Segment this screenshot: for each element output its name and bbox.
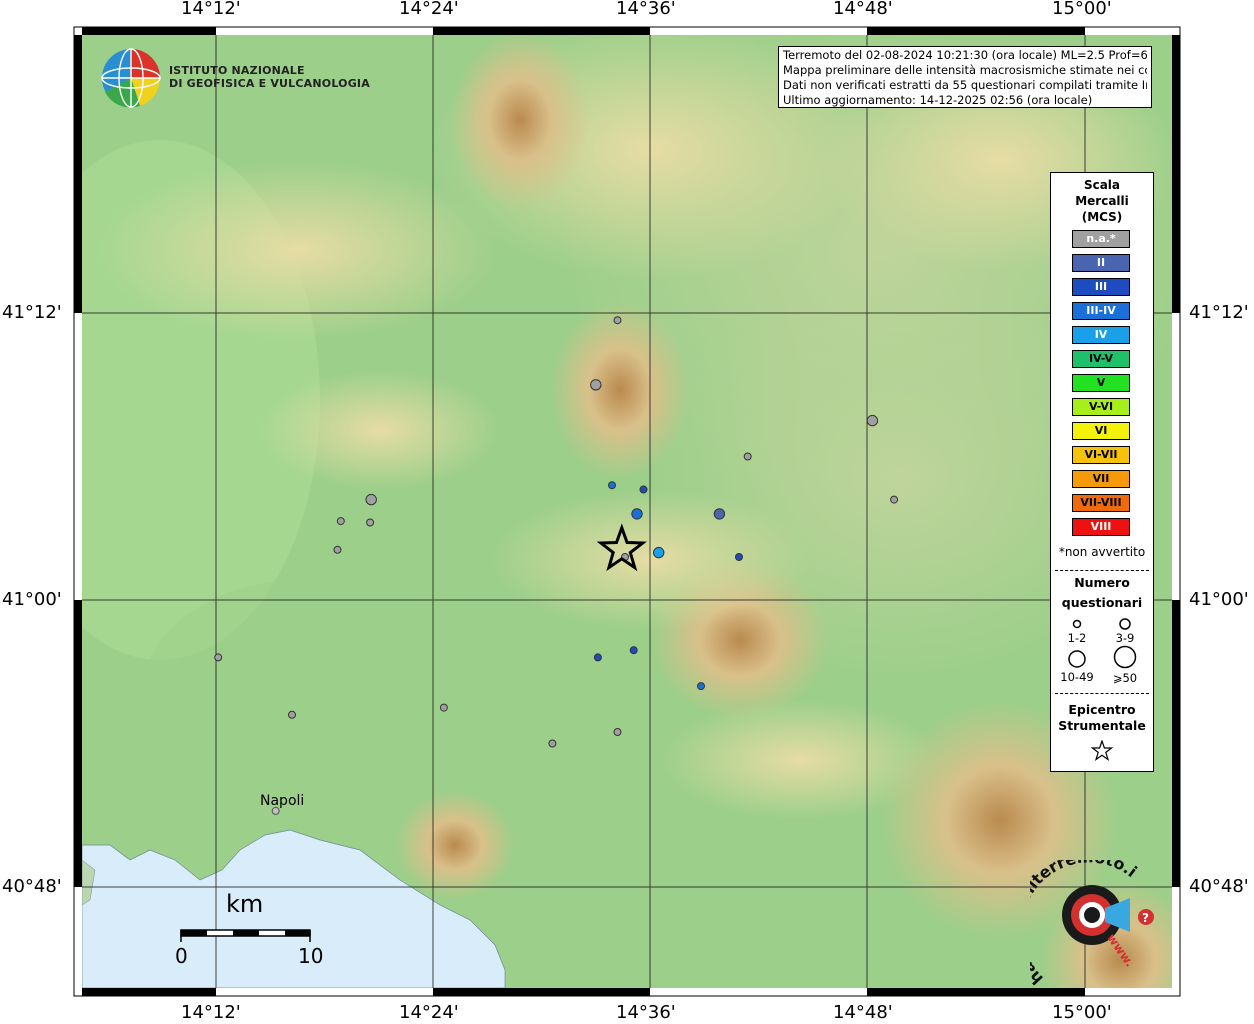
legend-swatch-vvi: V-VI bbox=[1072, 398, 1130, 416]
legend-swatch-vii: VII bbox=[1072, 470, 1130, 488]
ingv-name-line2: DI GEOFISICA E VULCANOLOGIA bbox=[169, 77, 370, 90]
legend-swatch-ii: II bbox=[1072, 254, 1130, 272]
legend-star-icon bbox=[1091, 740, 1113, 762]
intensity-point[interactable] bbox=[629, 646, 638, 655]
intensity-point[interactable] bbox=[743, 452, 752, 461]
legend-swatch-viii: VIII bbox=[1072, 518, 1130, 536]
scale-end: 10 bbox=[298, 944, 324, 968]
legend-swatch-vivii: VI-VII bbox=[1072, 446, 1130, 464]
size-label-4: ⩾50 bbox=[1112, 671, 1138, 685]
scale-unit: km bbox=[226, 890, 264, 918]
event-info-line4: Ultimo aggiornamento: 14-12-2025 02:56 (… bbox=[783, 93, 1093, 107]
epicenter-title: Epicentro Strumentale bbox=[1051, 702, 1153, 734]
scale-start: 0 bbox=[175, 944, 188, 968]
lon-label-top-2: 14°24' bbox=[399, 0, 459, 19]
size-label-1: 1-2 bbox=[1067, 631, 1087, 645]
lon-label-bottom-3: 14°36' bbox=[616, 1002, 676, 1023]
legend-panel: Scala Mercalli (MCS) n.a.* II III III-IV IV I… bbox=[1050, 172, 1154, 772]
intensity-point[interactable] bbox=[288, 710, 296, 719]
intensity-point[interactable] bbox=[697, 682, 705, 691]
event-info-line1: Terremoto del 02-08-2024 10:21:30 (ora l… bbox=[783, 48, 1147, 62]
not-felt-note: *non avvertito bbox=[1058, 545, 1146, 559]
legend-title-line1: Scala bbox=[1083, 178, 1121, 192]
intensity-point[interactable] bbox=[336, 517, 345, 526]
intensity-point[interactable] bbox=[439, 703, 448, 712]
lon-label-top-1: 14°12' bbox=[181, 0, 241, 19]
intensity-point[interactable] bbox=[613, 728, 622, 736]
ingv-logo-icon bbox=[101, 48, 161, 108]
intensity-point[interactable] bbox=[631, 508, 643, 520]
lon-label-bottom-1: 14°12' bbox=[181, 1002, 241, 1023]
size-label-2: 3-9 bbox=[1115, 631, 1135, 645]
intensity-point[interactable] bbox=[735, 553, 743, 561]
count-title-line1: Numero bbox=[1074, 575, 1130, 590]
count-title-line2: questionari bbox=[1061, 595, 1143, 610]
lat-label-left-2: 41°00' bbox=[2, 589, 62, 610]
intensity-point[interactable] bbox=[590, 379, 602, 391]
event-info-line2: Mappa preliminare delle intensità macros… bbox=[783, 63, 1147, 77]
event-info-line3: Dati non verificati estratti da 55 quest… bbox=[783, 78, 1147, 92]
watermark-site-name: haisentitoilterremoto.it bbox=[1030, 860, 1141, 988]
legend-swatch-na: n.a.* bbox=[1072, 230, 1130, 248]
legend-swatch-viiviii: VII-VIII bbox=[1072, 494, 1130, 512]
intensity-point[interactable] bbox=[366, 518, 375, 527]
lat-label-left-3: 40°48' bbox=[2, 876, 62, 897]
intensity-point[interactable] bbox=[214, 653, 223, 662]
watermark-text: haisentitoilterremoto.it www. bbox=[1030, 860, 1141, 988]
lon-label-bottom-4: 14°48' bbox=[833, 1002, 893, 1023]
epicenter-title-line1: Epicentro bbox=[1068, 702, 1136, 717]
legend-swatch-v: V bbox=[1072, 374, 1130, 392]
lat-label-right-1: 41°12' bbox=[1189, 302, 1249, 323]
svg-text:haisentitoilterremoto.it: haisentitoilterremoto.it bbox=[1030, 860, 1141, 988]
legend-title-line3: (MCS) bbox=[1081, 210, 1123, 224]
city-label-napoli: Napoli bbox=[260, 793, 305, 809]
ingv-name-line1: ISTITUTO NAZIONALE bbox=[169, 64, 305, 77]
intensity-point[interactable] bbox=[639, 485, 648, 494]
legend-title: Scala Mercalli (MCS) bbox=[1051, 177, 1153, 225]
intensity-point[interactable] bbox=[653, 546, 665, 559]
intensity-point[interactable] bbox=[548, 739, 557, 748]
ingv-name: ISTITUTO NAZIONALE DI GEOFISICA E VULCAN… bbox=[169, 64, 370, 90]
legend-title-line2: Mercalli bbox=[1075, 194, 1129, 208]
legend-swatch-vi: VI bbox=[1072, 422, 1130, 440]
event-info-box: Terremoto del 02-08-2024 10:21:30 (ora l… bbox=[778, 46, 1152, 108]
lon-label-bottom-5: 15°00' bbox=[1052, 1002, 1112, 1023]
watermark-www: www. bbox=[1104, 931, 1137, 969]
count-title: Numero questionari bbox=[1051, 575, 1153, 611]
intensity-point[interactable] bbox=[333, 545, 342, 554]
intensity-point[interactable] bbox=[713, 508, 726, 520]
legend-swatch-iii: III bbox=[1072, 278, 1130, 296]
size-label-3: 10-49 bbox=[1060, 670, 1094, 684]
lon-label-top-5: 15°00' bbox=[1052, 0, 1112, 19]
legend-swatch-ivv: IV-V bbox=[1072, 350, 1130, 368]
intensity-point[interactable] bbox=[866, 414, 879, 427]
epicenter-title-line2: Strumentale bbox=[1058, 718, 1146, 733]
intensity-point[interactable] bbox=[365, 493, 377, 506]
legend-divider bbox=[1055, 570, 1149, 571]
lon-label-top-4: 14°48' bbox=[833, 0, 893, 19]
intensity-point[interactable] bbox=[890, 495, 899, 504]
lat-label-right-3: 40°48' bbox=[1189, 876, 1249, 897]
intensity-point[interactable] bbox=[593, 653, 602, 662]
intensity-point[interactable] bbox=[613, 316, 622, 325]
lon-label-top-3: 14°36' bbox=[616, 0, 676, 19]
legend-divider-2 bbox=[1055, 693, 1149, 694]
lat-label-right-2: 41°00' bbox=[1189, 589, 1249, 610]
lon-label-bottom-2: 14°24' bbox=[399, 1002, 459, 1023]
legend-swatch-iiiiv: III-IV bbox=[1072, 302, 1130, 320]
intensity-point[interactable] bbox=[608, 481, 616, 490]
lat-label-left-1: 41°12' bbox=[2, 302, 62, 323]
legend-swatch-iv: IV bbox=[1072, 326, 1130, 344]
